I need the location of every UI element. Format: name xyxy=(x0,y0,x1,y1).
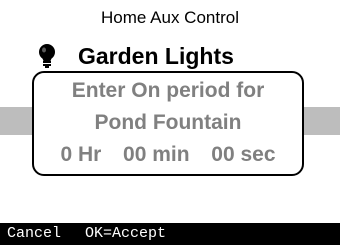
on-period-dialog: Enter On period for Pond Fountain 0 Hr 0… xyxy=(32,71,304,176)
heading-label: Garden Lights xyxy=(78,43,234,69)
device-screen: Home Aux Control Garden Lights Enter On … xyxy=(0,0,340,245)
cancel-softkey[interactable]: Cancel xyxy=(7,223,61,245)
hours-value[interactable]: 0 xyxy=(60,143,72,166)
time-entry-row: 0 Hr 00 min 00 sec xyxy=(34,142,302,168)
minutes-unit: min xyxy=(152,143,190,166)
light-bulb-icon xyxy=(39,44,55,68)
heading: Garden Lights xyxy=(38,42,234,70)
dialog-prompt-line1: Enter On period for xyxy=(71,79,265,102)
hours-unit: Hr xyxy=(78,143,102,166)
seconds-value[interactable]: 00 xyxy=(211,143,234,166)
dialog-prompt-device: Pond Fountain xyxy=(94,111,242,134)
seconds-unit: sec xyxy=(240,143,276,166)
minutes-value[interactable]: 00 xyxy=(123,143,146,166)
ok-accept-softkey[interactable]: OK=Accept xyxy=(85,223,166,245)
softkey-bar: Cancel OK=Accept xyxy=(0,223,340,245)
app-title: Home Aux Control xyxy=(101,8,239,27)
